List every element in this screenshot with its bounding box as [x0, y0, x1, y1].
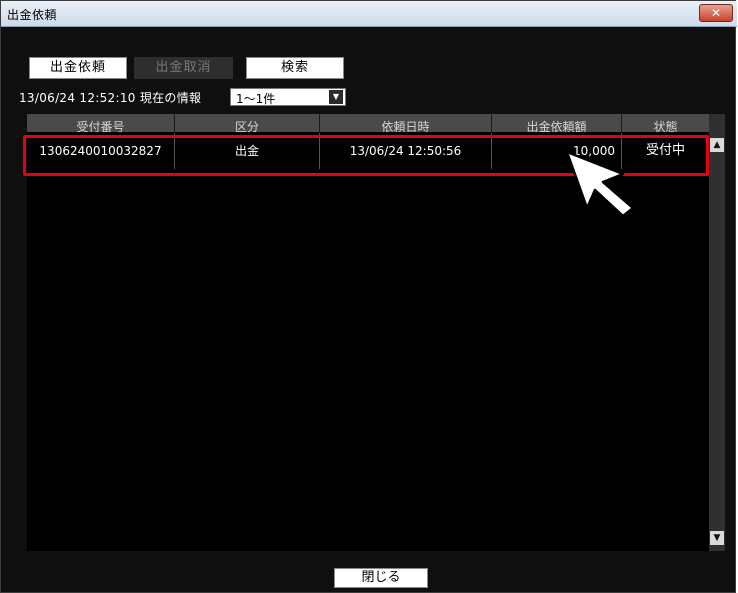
- column-header-status[interactable]: 状態: [622, 114, 709, 132]
- column-header-receipt-no[interactable]: 受付番号: [27, 114, 175, 132]
- withdrawal-cancel-button: 出金取消: [134, 57, 233, 79]
- range-select[interactable]: 1～1件 ▼: [230, 88, 346, 106]
- search-button[interactable]: 検索: [246, 57, 344, 79]
- pointer-cursor-icon: [565, 150, 635, 218]
- column-header-amount[interactable]: 出金依頼額: [492, 114, 622, 132]
- withdrawal-request-button[interactable]: 出金依頼: [29, 57, 127, 79]
- title-bar: 出金依頼 ✕: [1, 1, 737, 27]
- window-title: 出金依頼: [7, 8, 58, 22]
- info-timestamp: 13/06/24 12:52:10 現在の情報: [19, 91, 202, 105]
- vertical-scrollbar[interactable]: ▲ ▼: [709, 114, 725, 551]
- scroll-up-icon[interactable]: ▲: [710, 138, 724, 152]
- scroll-down-icon[interactable]: ▼: [710, 531, 724, 545]
- range-value: 1～1件: [236, 92, 276, 106]
- column-header-category[interactable]: 区分: [175, 114, 320, 132]
- withdrawal-request-window: 出金依頼 ✕ 出金依頼 出金取消 検索 13/06/24 12:52:10 現在…: [0, 0, 737, 593]
- column-header-request-datetime[interactable]: 依頼日時: [320, 114, 492, 132]
- close-button[interactable]: 閉じる: [334, 568, 428, 588]
- close-icon[interactable]: ✕: [699, 4, 733, 22]
- dropdown-arrow-icon[interactable]: ▼: [329, 90, 343, 104]
